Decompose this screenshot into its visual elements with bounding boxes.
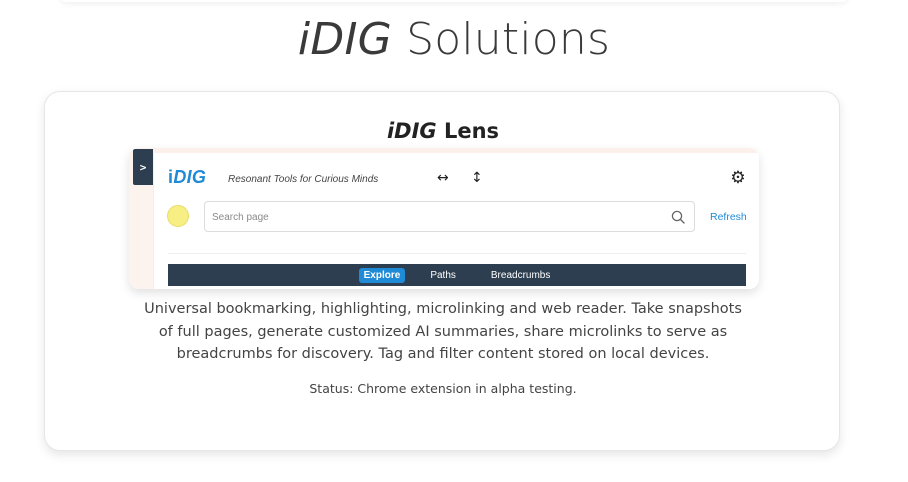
logo-main: DIG <box>173 167 207 187</box>
highlight-color-icon[interactable] <box>167 205 189 227</box>
nav-tab-paths[interactable]: Paths <box>425 268 461 283</box>
product-card: iDIG Lens > iDIG Resonant Tools for Curi… <box>44 91 840 451</box>
page-title-suffix: Solutions <box>391 14 611 65</box>
refresh-button[interactable]: Refresh <box>710 211 747 223</box>
product-description: Universal bookmarking, highlighting, mic… <box>144 301 742 362</box>
search-input[interactable] <box>212 209 662 225</box>
idig-logo: iDIG <box>168 167 206 188</box>
search-icon[interactable] <box>671 210 685 224</box>
resize-vertical-icon[interactable]: ↕ <box>471 170 483 186</box>
search-field[interactable] <box>204 201 695 232</box>
nav-tab-explore[interactable]: Explore <box>358 267 406 283</box>
tagline: Resonant Tools for Curious Minds <box>228 174 379 185</box>
card-title: iDIG Lens <box>45 119 841 143</box>
page-title: iDIG Solutions <box>0 14 908 65</box>
product-status: Status: Chrome extension in alpha testin… <box>309 381 577 396</box>
top-edge-shadow <box>60 0 848 2</box>
gear-icon[interactable]: ⚙ <box>729 169 747 187</box>
card-title-suffix: Lens <box>436 119 500 143</box>
page-title-brand: DIG <box>310 14 392 65</box>
card-title-brand: DIG <box>394 119 437 143</box>
divider <box>168 253 746 254</box>
toggle-icon[interactable]: > <box>133 149 153 185</box>
page-title-prefix: i <box>297 14 311 65</box>
product-screenshot: > iDIG Resonant Tools for Curious Minds … <box>129 148 759 289</box>
bottom-nav: Explore Paths Breadcrumbs <box>168 264 746 286</box>
nav-tab-breadcrumbs[interactable]: Breadcrumbs <box>486 268 555 283</box>
resize-horizontal-icon[interactable]: ↔ <box>437 170 449 186</box>
extension-panel: iDIG Resonant Tools for Curious Minds ↔ … <box>153 153 759 289</box>
